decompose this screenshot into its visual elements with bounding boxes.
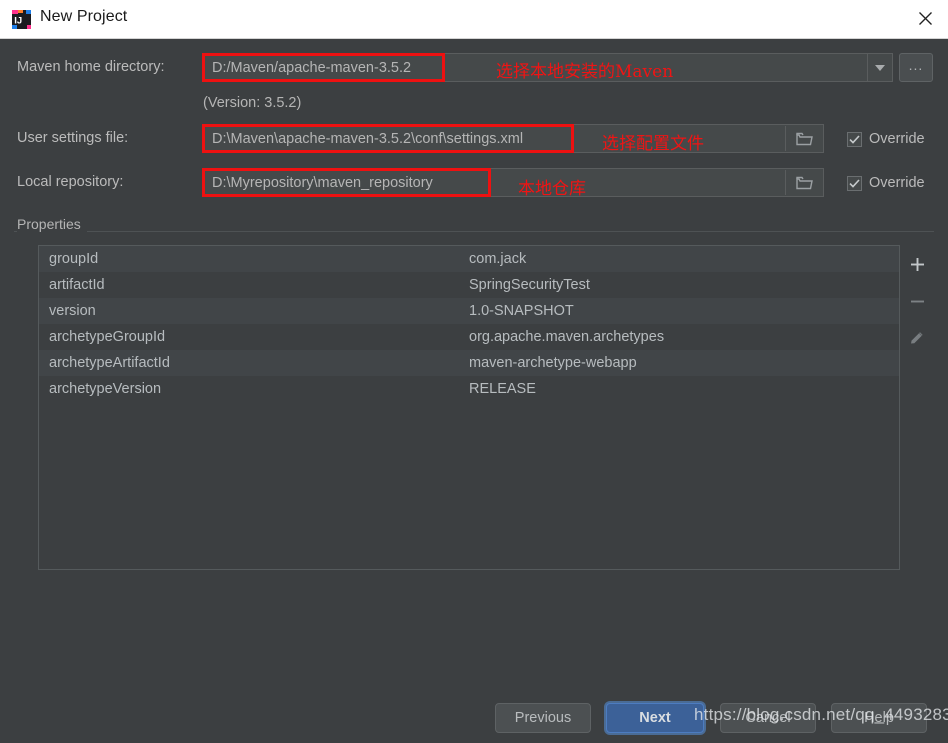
svg-text:IJ: IJ: [14, 16, 22, 27]
close-icon[interactable]: [902, 0, 948, 37]
previous-button[interactable]: Previous: [495, 703, 591, 733]
folder-icon[interactable]: [785, 126, 822, 151]
property-key: artifactId: [49, 277, 105, 293]
folder-icon[interactable]: [785, 170, 822, 195]
property-value: org.apache.maven.archetypes: [469, 329, 665, 345]
table-row[interactable]: archetypeVersion RELEASE: [39, 376, 899, 402]
remove-property-button[interactable]: [904, 288, 930, 314]
local-repository-label: Local repository:: [17, 174, 124, 190]
next-button[interactable]: Next: [606, 703, 704, 733]
property-value: 1.0-SNAPSHOT: [469, 303, 574, 319]
edit-property-button[interactable]: [904, 325, 930, 351]
table-row[interactable]: artifactId SpringSecurityTest: [39, 272, 899, 298]
property-value: RELEASE: [469, 381, 536, 397]
property-key: archetypeGroupId: [49, 329, 166, 345]
user-settings-input[interactable]: D:\Maven\apache-maven-3.5.2\conf\setting…: [202, 124, 824, 153]
properties-table[interactable]: groupId com.jack artifactId SpringSecurityT…: [38, 245, 900, 570]
annotation-text-user-settings: 选择配置文件: [602, 134, 704, 154]
user-settings-label: User settings file:: [17, 130, 129, 146]
property-value: SpringSecurityTest: [469, 277, 590, 293]
local-repository-value: D:\Myrepository\maven_repository: [212, 174, 433, 191]
local-repository-override-label: Override: [869, 175, 925, 191]
table-row[interactable]: archetypeArtifactId maven-archetype-webap…: [39, 350, 899, 376]
annotation-text-maven-home: 选择本地安装的Maven: [496, 62, 674, 82]
title-bar: IJ New Project: [0, 0, 948, 39]
new-project-dialog: IJ New Project Maven home directory: D:/…: [0, 0, 948, 743]
checkbox-checked-icon[interactable]: [847, 175, 862, 191]
properties-toolbar: [900, 245, 934, 576]
property-key: version: [49, 303, 96, 319]
property-key: archetypeArtifactId: [49, 355, 170, 371]
annotation-text-local-repository: 本地仓库: [518, 179, 586, 199]
user-settings-override[interactable]: Override: [847, 131, 925, 147]
property-value: maven-archetype-webapp: [469, 355, 637, 371]
table-row[interactable]: archetypeGroupId org.apache.maven.archety…: [39, 324, 899, 350]
table-row[interactable]: version 1.0-SNAPSHOT: [39, 298, 899, 324]
local-repository-override[interactable]: Override: [847, 175, 925, 191]
maven-home-browse-button[interactable]: ...: [899, 53, 933, 82]
maven-version-note: (Version: 3.5.2): [203, 95, 302, 111]
user-settings-override-label: Override: [869, 131, 925, 147]
watermark: https://blog.csdn.net/qq_44932835: [694, 705, 948, 724]
user-settings-value: D:\Maven\apache-maven-3.5.2\conf\setting…: [212, 130, 524, 147]
local-repository-input[interactable]: D:\Myrepository\maven_repository: [202, 168, 824, 197]
properties-group-divider: [14, 231, 934, 232]
window-title: New Project: [40, 8, 128, 25]
maven-home-label: Maven home directory:: [17, 59, 165, 75]
chevron-down-icon[interactable]: [867, 54, 892, 81]
checkbox-checked-icon[interactable]: [847, 131, 862, 147]
properties-group-title: Properties: [17, 216, 87, 232]
intellij-idea-icon: IJ: [11, 9, 32, 30]
table-row[interactable]: groupId com.jack: [39, 246, 899, 272]
property-key: archetypeVersion: [49, 381, 162, 397]
property-key: groupId: [49, 251, 99, 267]
add-property-button[interactable]: [904, 251, 930, 277]
property-value: com.jack: [469, 251, 527, 267]
maven-home-value: D:/Maven/apache-maven-3.5.2: [212, 59, 412, 76]
